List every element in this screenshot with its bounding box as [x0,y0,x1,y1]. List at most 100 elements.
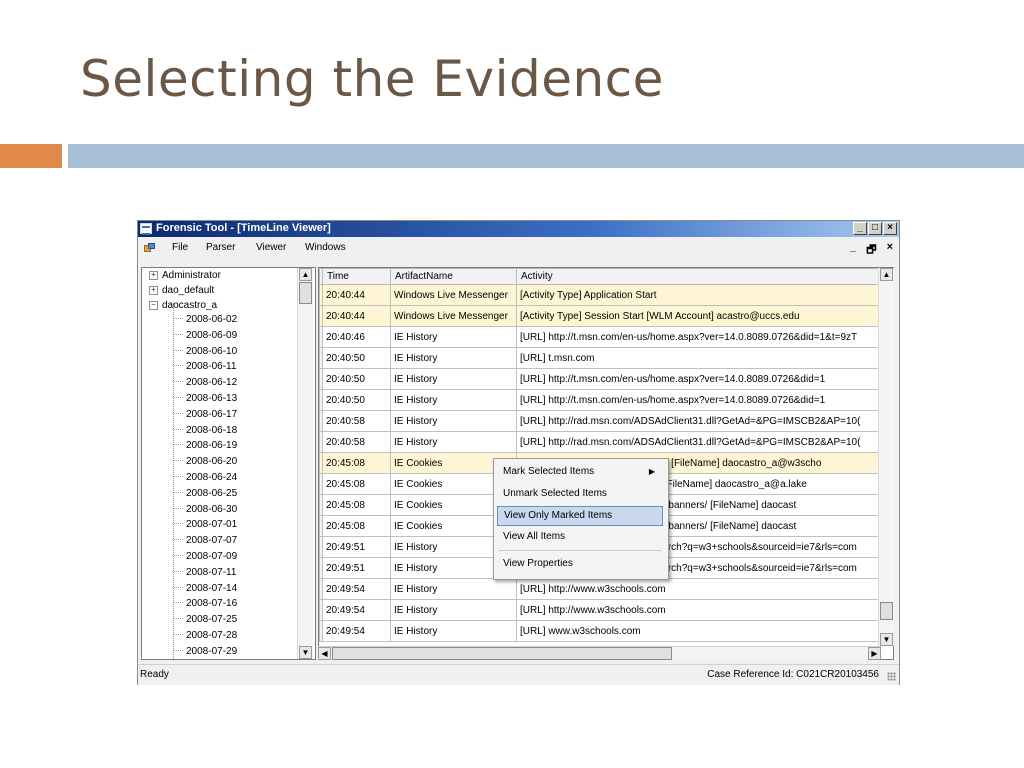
table-row[interactable]: 20:49:54 IE History [URL] http://www.w3sch… [319,578,893,600]
tree-date-item[interactable]: 2008-06-13 [174,393,237,405]
cell-activity[interactable]: [URL] http://rad.msn.com/ADSAdClient31.d… [516,410,893,432]
mark-selected-items-menu-item[interactable]: Mark Selected Items ▶ [497,462,663,482]
scroll-thumb[interactable] [332,647,672,660]
table-row[interactable]: 20:40:58 IE History [URL] http://rad.msn.c… [319,431,893,453]
menu-windows[interactable]: Windows [305,242,346,253]
column-header-artifact[interactable]: ArtifactName [390,268,517,285]
table-row[interactable]: 20:40:44 Windows Live Messenger [Activity … [319,305,893,327]
mdi-minimize-button[interactable]: _ [850,241,856,260]
mdi-child-icon[interactable] [144,243,156,253]
cell-activity[interactable]: [URL] http://rad.msn.com/ADSAdClient31.d… [516,431,893,453]
cell-time[interactable]: 20:40:44 [322,284,391,306]
cell-time[interactable]: 20:49:51 [322,557,391,579]
table-row[interactable]: 20:40:58 IE History [URL] http://rad.msn.c… [319,410,893,432]
tree-date-item[interactable]: 2008-07-25 [174,614,237,626]
close-button[interactable]: × [883,222,897,235]
cell-artifact[interactable]: IE History [390,620,517,642]
cell-time[interactable]: 20:40:46 [322,326,391,348]
expand-icon[interactable]: + [149,271,158,280]
cell-time[interactable]: 20:45:08 [322,473,391,495]
tree-date-item[interactable]: 2008-06-19 [174,440,237,452]
scroll-left-icon[interactable]: ◀ [318,647,331,660]
view-only-marked-items-menu-item[interactable]: View Only Marked Items [497,506,663,526]
scroll-up-icon[interactable]: ▲ [880,268,893,281]
tree-date-item[interactable]: 2008-06-30 [174,504,237,516]
tree-date-item[interactable]: 2008-07-01 [174,519,237,531]
tree-date-item[interactable]: 2008-07-16 [174,598,237,610]
scroll-down-icon[interactable]: ▼ [880,633,893,646]
mdi-close-button[interactable]: × [887,241,893,260]
cell-artifact[interactable]: IE History [390,599,517,621]
expand-icon[interactable]: + [149,286,158,295]
table-row[interactable]: 20:40:50 IE History [URL] http://t.msn.com… [319,389,893,411]
table-row[interactable]: 20:40:50 IE History [URL] http://t.msn.com… [319,368,893,390]
cell-time[interactable]: 20:45:08 [322,494,391,516]
tree-date-item[interactable]: 2008-06-17 [174,409,237,421]
cell-artifact[interactable]: IE History [390,410,517,432]
menu-viewer[interactable]: Viewer [256,242,286,253]
cell-artifact[interactable]: IE History [390,326,517,348]
cell-time[interactable]: 20:49:54 [322,599,391,621]
scroll-thumb[interactable] [299,282,312,304]
cell-activity[interactable]: [URL] http://www.w3schools.com [516,599,893,621]
menu-parser[interactable]: Parser [206,242,235,253]
cell-activity[interactable]: [URL] http://www.w3schools.com [516,578,893,600]
scroll-down-icon[interactable]: ▼ [299,646,312,659]
cell-artifact[interactable]: Windows Live Messenger [390,305,517,327]
cell-time[interactable]: 20:40:44 [322,305,391,327]
tree-date-item[interactable]: 2008-06-24 [174,472,237,484]
resize-grip-icon[interactable] [887,672,896,681]
cell-time[interactable]: 20:49:54 [322,578,391,600]
grid-horizontal-scrollbar[interactable]: ◀ ▶ [318,646,881,660]
cell-artifact[interactable]: IE History [390,389,517,411]
scroll-thumb[interactable] [880,602,893,620]
tree-date-item[interactable]: 2008-07-07 [174,535,237,547]
cell-time[interactable]: 20:49:51 [322,536,391,558]
cell-artifact[interactable]: IE History [390,368,517,390]
unmark-selected-items-menu-item[interactable]: Unmark Selected Items [497,484,663,504]
tree-date-item[interactable]: 2008-07-09 [174,551,237,563]
scroll-right-icon[interactable]: ▶ [868,647,881,660]
tree-node[interactable]: + dao_default [149,285,214,297]
tree-date-item[interactable]: 2008-07-11 [174,567,236,579]
cell-time[interactable]: 20:49:54 [322,620,391,642]
tree-date-item[interactable]: 2008-06-18 [174,425,237,437]
cell-time[interactable]: 20:40:50 [322,347,391,369]
tree-vertical-scrollbar[interactable]: ▲ ▼ [297,268,313,659]
tree-node[interactable]: + Administrator [149,270,221,282]
table-row[interactable]: 20:40:46 IE History [URL] http://t.msn.com… [319,326,893,348]
column-header-activity[interactable]: Activity [516,268,893,285]
menu-file[interactable]: File [172,242,188,253]
cell-artifact[interactable]: IE History [390,578,517,600]
collapse-icon[interactable]: − [149,301,158,310]
table-row[interactable]: 20:49:54 IE History [URL] http://www.w3sch… [319,599,893,621]
column-header-time[interactable]: Time [322,268,391,285]
maximize-button[interactable]: □ [868,222,882,235]
tree-node[interactable]: − daocastro_a [149,300,217,312]
cell-time[interactable]: 20:45:08 [322,515,391,537]
table-row[interactable]: 20:40:50 IE History [URL] t.msn.com [319,347,893,369]
cell-artifact[interactable]: Windows Live Messenger [390,284,517,306]
grid-vertical-scrollbar[interactable]: ▲ ▼ [878,268,894,646]
cell-activity[interactable]: [URL] http://t.msn.com/en-us/home.aspx?v… [516,368,893,390]
cell-activity[interactable]: [URL] www.w3schools.com [516,620,893,642]
tree-date-item[interactable]: 2008-06-02 [174,314,237,326]
table-row[interactable]: 20:40:44 Windows Live Messenger [Activity … [319,284,893,306]
view-all-items-menu-item[interactable]: View All Items [497,527,663,547]
tree-date-item[interactable]: 2008-07-29 [174,646,237,658]
tree-date-item[interactable]: 2008-06-09 [174,330,237,342]
cell-artifact[interactable]: IE History [390,347,517,369]
tree-date-item[interactable]: 2008-07-28 [174,630,237,642]
tree-date-item[interactable]: 2008-06-25 [174,488,237,500]
cell-activity[interactable]: [Activity Type] Session Start [WLM Accou… [516,305,893,327]
cell-activity[interactable]: [URL] http://t.msn.com/en-us/home.aspx?v… [516,326,893,348]
title-bar[interactable]: Forensic Tool - [TimeLine Viewer] _ □ × [138,221,899,237]
cell-time[interactable]: 20:40:50 [322,389,391,411]
cell-time[interactable]: 20:40:58 [322,410,391,432]
cell-time[interactable]: 20:40:50 [322,368,391,390]
tree-date-item[interactable]: 2008-06-12 [174,377,237,389]
mdi-restore-button[interactable]: 🗗 [866,241,876,260]
table-row[interactable]: 20:49:54 IE History [URL] www.w3schools.co… [319,620,893,642]
tree-date-item[interactable]: 2008-06-20 [174,456,237,468]
cell-activity[interactable]: [Activity Type] Application Start [516,284,893,306]
